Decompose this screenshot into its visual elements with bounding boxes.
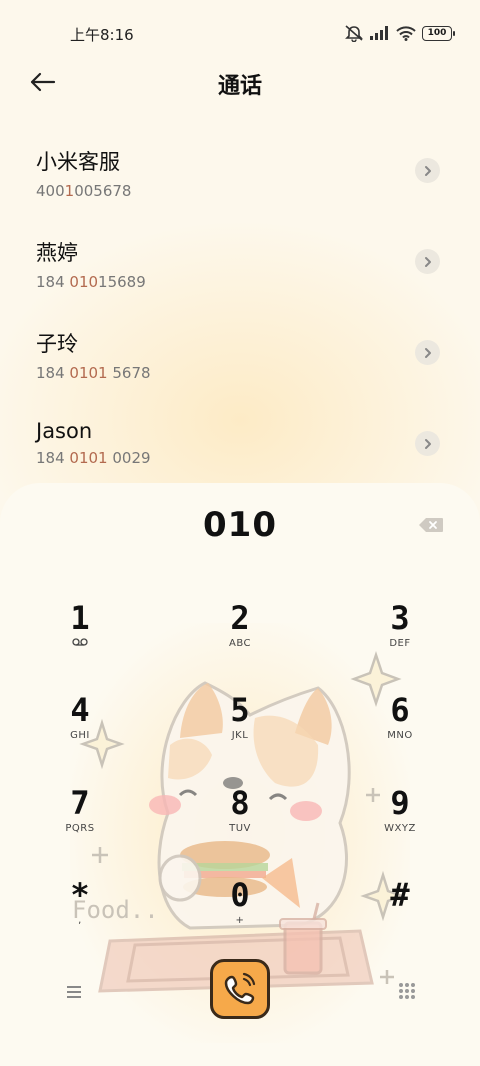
contact-number: 184 01015689 [36,273,146,291]
key-5[interactable]: 5 JKL [195,691,285,761]
delete-button[interactable] [418,517,444,533]
key-4[interactable]: 4 GHI [35,691,125,761]
menu-button[interactable] [64,983,86,1001]
status-bar: 上午8:16 100 [0,0,480,64]
menu-icon [67,986,81,998]
key-star[interactable]: * , [35,876,125,946]
header: 通话 [0,60,480,104]
chevron-right-icon[interactable] [415,158,440,183]
key-9[interactable]: 9 WXYZ [355,784,445,854]
key-1[interactable]: 1 [35,599,125,669]
signal-icon [370,26,390,40]
contact-number: 184 0101 0029 [36,449,151,467]
dial-panel: Food.. 010 1 2 ABC 3 DEF 4 GHI 5 JKL 6 M… [0,483,480,1066]
chevron-right-icon[interactable] [415,431,440,456]
voicemail-icon [35,638,125,649]
status-icons: 100 [344,24,455,42]
contact-name: 燕婷 [36,241,78,265]
dialpad-icon [399,983,415,999]
contact-name: Jason [36,419,93,443]
contact-number: 4001005678 [36,182,132,200]
wifi-icon [396,25,416,41]
phone-icon [224,972,256,1005]
dial-display: 010 [203,505,277,545]
contact-item[interactable]: Jason 184 0101 0029 [0,403,480,494]
key-2[interactable]: 2 ABC [195,599,285,669]
phone-screen: 上午8:16 100 通话 小米客服 4001005678 燕婷 184 010… [0,0,480,1066]
call-button[interactable] [210,959,270,1019]
battery-icon: 100 [422,25,455,41]
contact-item[interactable]: 子玲 184 0101 5678 [0,312,480,403]
contact-name: 小米客服 [36,150,120,174]
contact-list: 小米客服 4001005678 燕婷 184 01015689 子玲 184 0… [0,130,480,494]
key-7[interactable]: 7 PQRS [35,784,125,854]
key-hash[interactable]: # [355,876,445,946]
mute-icon [344,24,364,42]
chevron-right-icon[interactable] [415,340,440,365]
contact-name: 子玲 [36,332,78,356]
page-title: 通话 [217,74,262,99]
status-time: 上午8:16 [70,26,134,44]
chevron-right-icon[interactable] [415,249,440,274]
contact-number: 184 0101 5678 [36,364,151,382]
key-3[interactable]: 3 DEF [355,599,445,669]
key-8[interactable]: 8 TUV [195,784,285,854]
key-0[interactable]: 0 + [195,876,285,946]
backspace-icon [419,518,443,532]
contact-item[interactable]: 燕婷 184 01015689 [0,221,480,312]
contact-item[interactable]: 小米客服 4001005678 [0,130,480,221]
key-6[interactable]: 6 MNO [355,691,445,761]
dialpad-toggle-button[interactable] [397,981,417,1001]
